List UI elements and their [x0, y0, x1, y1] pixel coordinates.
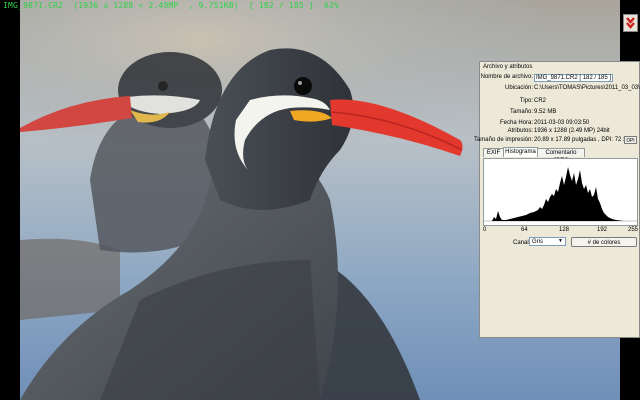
field-label: Tamaño de impresión: — [473, 137, 533, 143]
attributes-value: 1936 x 1288 (2.49 MP) 24bit — [534, 128, 610, 134]
histogram-tick: 255 — [628, 227, 639, 233]
histogram-tick: 192 — [597, 227, 608, 233]
location-value: C:\Users\TOMAS\Pictures\2011_03_03\ — [534, 85, 640, 91]
field-label: Atributos: — [507, 128, 533, 134]
filename-field[interactable]: IMG_9871.CR2 [ 182 / 185 ] — [534, 74, 614, 82]
field-row-print-size: Tamaño de impresión: 20.89 x 17.89 pulga… — [474, 137, 640, 146]
field-row-size: Tamaño: 9.52 MB — [480, 109, 640, 118]
image-info-status: IMG_9871.CR2 (1936 x 1288 = 2.49MP , 9.7… — [3, 1, 340, 10]
histogram-area — [483, 158, 638, 226]
histogram-tick: 64 — [521, 227, 528, 233]
field-row-location: Ubicación: C:\Users\TOMAS\Pictures\2011_… — [480, 85, 640, 94]
tab-jpeg-comment[interactable]: Comentario JPEG — [537, 148, 585, 164]
histogram-curve — [488, 167, 624, 221]
channel-label: Canal: — [513, 240, 531, 246]
file-attributes-panel: Archivo y atributos Nombre de archivo: I… — [474, 61, 640, 338]
type-value: CR2 — [534, 98, 547, 104]
field-row-attributes: Atributos: 1936 x 1288 (2.49 MP) 24bit — [480, 128, 640, 137]
channel-select[interactable]: Gris ▼ — [529, 237, 566, 246]
tab-histogram[interactable]: Histograma — [503, 147, 538, 157]
field-label: Tamaño: — [509, 109, 533, 115]
field-label: Ubicación: — [504, 85, 533, 91]
field-label: Tipo: — [519, 98, 533, 104]
color-count-button[interactable]: # de colores — [571, 237, 637, 247]
histogram-graph — [484, 167, 637, 222]
histogram-tick: 0 — [483, 227, 487, 233]
left-frame-bar — [0, 0, 20, 400]
field-label: Nombre de archivo: — [480, 74, 533, 80]
dpi-button[interactable]: DPI — [624, 136, 637, 144]
tab-exif[interactable]: EXIF — [483, 148, 504, 157]
histogram-tick: 128 — [559, 227, 570, 233]
chevron-down-icon: ▼ — [558, 238, 563, 244]
channel-value: Gris — [532, 239, 543, 245]
double-chevron-down-icon — [626, 17, 635, 29]
size-value: 9.52 MB — [534, 109, 557, 115]
datetime-value: 2011-03-03 09:03:50 — [534, 120, 590, 126]
field-label: Fecha Hora: — [499, 120, 533, 126]
panel-title: Archivo y atributos — [483, 64, 533, 70]
collapse-panel-button[interactable] — [623, 14, 638, 32]
field-row-filename: Nombre de archivo: IMG_9871.CR2 [ 182 / … — [480, 74, 640, 83]
print-size-value: 20.89 x 17.89 pulgadas , DPI: 72 x 72 — [534, 137, 635, 143]
image-viewer[interactable]: IMG_9871.CR2 (1936 x 1288 = 2.49MP , 9.7… — [0, 0, 640, 400]
field-row-type: Tipo: CR2 — [480, 98, 640, 107]
